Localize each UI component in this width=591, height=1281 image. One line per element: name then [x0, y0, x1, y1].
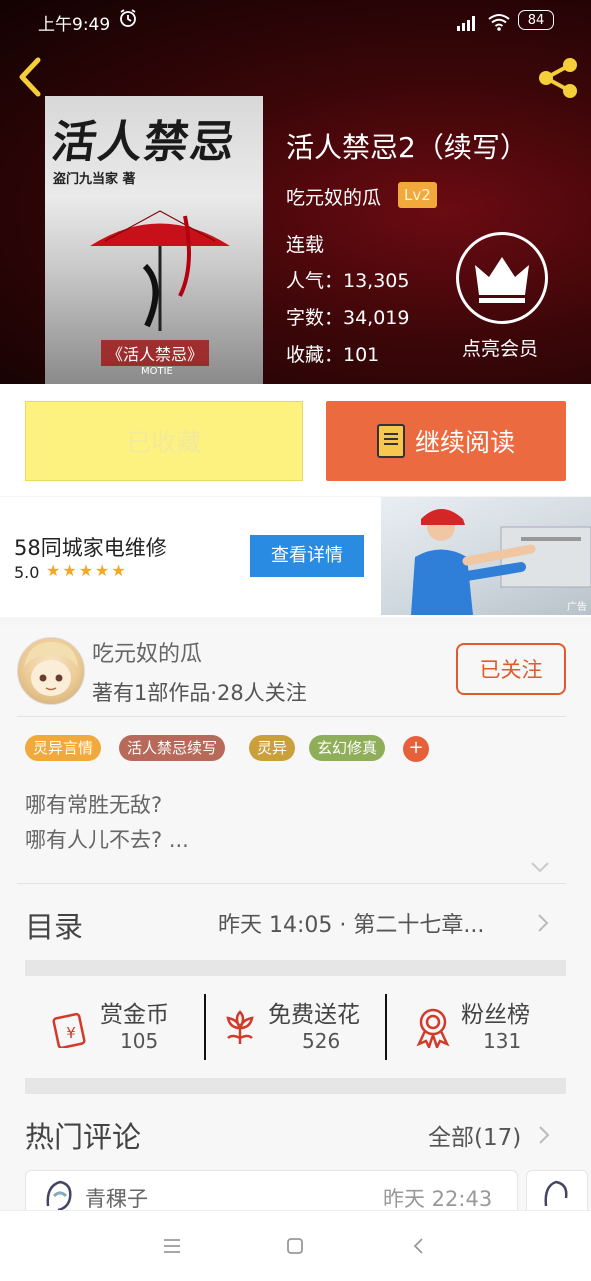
chevron-down-icon[interactable] — [530, 860, 550, 874]
commenter-avatar[interactable] — [540, 1176, 570, 1214]
medal-icon — [416, 1008, 450, 1048]
stat-fans-label: 粉丝榜 — [461, 1002, 530, 1028]
hot-comments-label: 热门评论 — [25, 1120, 142, 1154]
commenter-avatar[interactable] — [40, 1176, 78, 1214]
collections-stat: 收藏：101 — [286, 344, 380, 366]
tag-1[interactable]: 活人禁忌续写 — [119, 735, 226, 761]
menu-icon[interactable] — [162, 1236, 182, 1256]
add-tag-button[interactable]: + — [403, 736, 429, 762]
share-icon[interactable] — [534, 54, 582, 102]
alarm-icon — [120, 9, 136, 27]
section-separator — [25, 960, 566, 976]
stat-coins[interactable]: 赏金币 105 — [100, 995, 169, 1053]
tag-3[interactable]: 玄幻修真 — [309, 735, 386, 761]
intro-line-2: 哪有人儿不去? ... — [25, 828, 189, 852]
red-envelope-icon: ¥ — [52, 1012, 86, 1048]
cover-author: 盗门九当家 著 — [53, 172, 136, 187]
book-title: 活人禁忌2（续写） — [286, 131, 528, 164]
ad-title[interactable]: 58同城家电维修 — [14, 532, 167, 562]
continue-reading-label: 继续阅读 — [414, 428, 515, 457]
ad-stars: ★★★★★ — [46, 561, 128, 580]
back-arrow-icon[interactable] — [14, 56, 50, 98]
section-separator — [25, 1078, 566, 1094]
collected-button[interactable]: 已收藏 — [25, 401, 303, 481]
level-badge: Lv2 — [398, 182, 437, 208]
crown-icon — [475, 257, 529, 303]
stat-fans[interactable]: 粉丝榜 131 — [461, 995, 530, 1053]
vip-button[interactable] — [456, 232, 548, 324]
popularity-stat: 人气：13,305 — [286, 270, 410, 292]
toc-latest-chapter[interactable]: 昨天 14:05 · 第二十七章... — [218, 907, 484, 939]
back-icon[interactable] — [409, 1236, 429, 1256]
book-author[interactable]: 吃元奴的瓜 — [286, 183, 381, 210]
book-cover[interactable]: 活人禁忌 盗门九当家 著 《活人禁忌》 MOTIE — [45, 96, 263, 384]
stat-coins-value: 105 — [120, 1029, 159, 1053]
divider — [17, 716, 566, 717]
divider — [385, 994, 387, 1060]
umbrella-art — [90, 210, 230, 331]
all-comments-link[interactable]: 全部(17) — [428, 1118, 521, 1152]
stat-coins-label: 赏金币 — [100, 1002, 169, 1028]
author-name[interactable]: 吃元奴的瓜 — [92, 636, 202, 668]
vip-label: 点亮会员 — [462, 338, 539, 360]
book-icon — [376, 424, 405, 458]
intro-line-1: 哪有常胜无敌? — [25, 793, 163, 817]
flower-icon — [226, 1010, 254, 1044]
status-bar: 上午9:49 84 — [0, 0, 591, 44]
divider — [204, 994, 206, 1060]
status-time: 上午9:49 — [38, 15, 111, 35]
author-meta: 著有1部作品·28人关注 — [92, 681, 307, 705]
cover-title: 活人禁忌 — [48, 117, 240, 168]
battery-indicator: 84 — [518, 10, 554, 30]
tag-0[interactable]: 灵异言情 — [25, 735, 102, 761]
toc-label[interactable]: 目录 — [25, 904, 83, 946]
signal-icon — [457, 16, 475, 31]
chevron-right-icon[interactable] — [536, 912, 550, 934]
stat-fans-value: 131 — [483, 1029, 522, 1053]
divider — [17, 883, 566, 884]
ad-details-button[interactable]: 查看详情 — [250, 535, 364, 577]
stat-flowers[interactable]: 免费送花 526 — [268, 995, 360, 1053]
home-icon[interactable] — [285, 1236, 305, 1256]
tag-2[interactable]: 灵异 — [249, 735, 296, 761]
serial-state: 连载 — [286, 234, 325, 256]
cover-brand: MOTIE — [141, 366, 173, 377]
comment-time: 昨天 22:43 — [383, 1187, 493, 1211]
stat-flowers-label: 免费送花 — [268, 1002, 360, 1028]
svg-text:¥: ¥ — [66, 1024, 76, 1042]
follow-button[interactable]: 已关注 — [456, 643, 566, 695]
chevron-right-icon[interactable] — [537, 1124, 551, 1146]
stat-flowers-value: 526 — [302, 1029, 341, 1053]
cover-subtitle: 《活人禁忌》 — [101, 340, 210, 366]
continue-reading-button[interactable]: 继续阅读 — [326, 401, 566, 481]
ad-label: 广告 — [567, 602, 587, 613]
ad-rating: 5.0 — [14, 563, 40, 582]
wifi-icon — [488, 14, 510, 31]
comment-username[interactable]: 青稞子 — [85, 1183, 148, 1213]
word-count-stat: 字数：34,019 — [286, 307, 410, 329]
ad-close-button[interactable]: ✕ — [551, 501, 581, 523]
author-avatar[interactable] — [17, 637, 85, 705]
